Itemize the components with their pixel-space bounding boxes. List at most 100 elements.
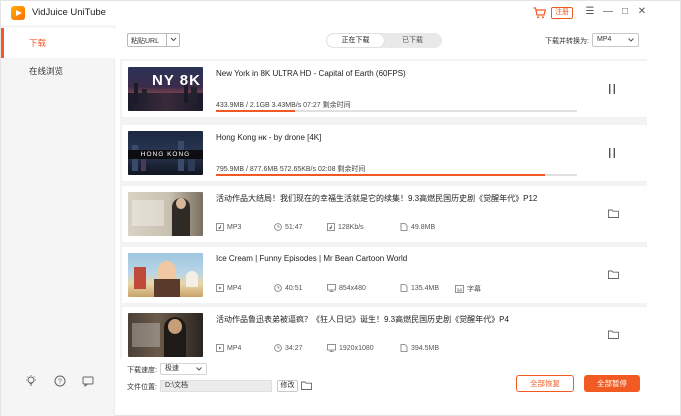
quality-value: 854x480 [339, 285, 366, 292]
list-item[interactable]: NY 8K New York in 8K ULTRA HD - Capital … [122, 61, 647, 117]
list-item[interactable]: 活动作品大结局！我们现在的幸福生活就是它的续集！9.3高燃民国历史剧《觉醒年代》… [122, 186, 647, 242]
music-icon [327, 223, 335, 231]
maximize-icon[interactable]: □ [619, 6, 631, 18]
sidebar-item-label: 在线浏览 [29, 66, 64, 76]
duration-value: 51:47 [285, 224, 303, 231]
tab-downloaded[interactable]: 已下载 [384, 34, 441, 47]
sidebar-item-label: 下载 [29, 38, 47, 48]
close-icon[interactable]: ✕ [636, 6, 648, 18]
help-icon[interactable]: ? [54, 375, 66, 387]
progress-bar [216, 110, 577, 112]
folder-icon[interactable] [608, 209, 619, 218]
app-window: VidJuice UniTube 注册 ☰ — □ ✕ 下载 在线浏览 ? 粘贴… [0, 0, 681, 416]
file-quality: 1920x1080 [327, 344, 374, 352]
file-format: MP3 [216, 223, 241, 231]
file-icon [400, 344, 408, 352]
clock-icon [274, 344, 282, 352]
video-icon [216, 284, 224, 292]
sidebar: 下载 在线浏览 ? [1, 25, 115, 416]
convert-format-value: MP4 [597, 36, 612, 43]
paste-url-button[interactable]: 粘贴URL [127, 33, 180, 47]
sidebar-item-online-browse[interactable]: 在线浏览 [1, 56, 115, 86]
app-title: VidJuice UniTube [32, 7, 106, 18]
paste-url-divider [166, 34, 167, 46]
format-value: MP3 [227, 224, 242, 231]
progress-text: 795.9MB / 877.6MB 572.65KB/s 02:08 剩余时间 [216, 166, 366, 173]
progress-fill [216, 110, 296, 112]
quality-value: 1920x1080 [339, 345, 374, 352]
duration-value: 40:51 [285, 285, 303, 292]
speed-label: 下载速度: [127, 367, 157, 374]
format-value: MP4 [227, 345, 242, 352]
feedback-icon[interactable] [82, 375, 94, 387]
paste-url-label: 粘贴URL [131, 38, 160, 45]
location-field[interactable]: D:\文档 [160, 380, 272, 392]
resume-all-button[interactable]: 全部恢复 [516, 375, 574, 392]
thumbnail-text: HONG KONG [140, 151, 191, 158]
format-value: MP4 [227, 285, 242, 292]
size-value: 394.5MB [411, 345, 440, 352]
download-list: NY 8K New York in 8K ULTRA HD - Capital … [120, 59, 647, 363]
cart-icon[interactable] [533, 7, 546, 19]
list-item[interactable]: HONG KONG Hong Kong ʜᴋ - by drone [4K] 7… [122, 125, 647, 181]
file-duration: 34:27 [274, 344, 303, 352]
speed-value: 极速 [165, 365, 179, 372]
video-title: 活动作品大结局！我们现在的幸福生活就是它的续集！9.3高燃民国历史剧《觉醒年代》… [216, 194, 538, 203]
file-duration: 40:51 [274, 284, 303, 292]
sidebar-item-download[interactable]: 下载 [1, 28, 115, 58]
pause-all-button[interactable]: 全部暂停 [584, 375, 640, 392]
video-title: New York in 8K ULTRA HD - Capital of Ear… [216, 69, 406, 78]
app-logo-icon [11, 6, 25, 20]
size-value: 49.8MB [411, 224, 436, 231]
file-quality: 854x480 [327, 284, 366, 292]
progress-text: 433.9MB / 2.1GB 3.43MB/s 07:27 剩余时间 [216, 102, 351, 109]
video-icon [216, 344, 224, 352]
tab-downloading[interactable]: 正在下载 [327, 34, 384, 47]
subtitle-value: 字幕 [467, 286, 481, 293]
chevron-down-icon[interactable] [170, 36, 177, 43]
speed-select[interactable]: 极速 [160, 363, 207, 375]
file-size: 49.8MB [400, 223, 435, 231]
register-button[interactable]: 注册 [551, 7, 573, 19]
video-title: Hong Kong ʜᴋ - by drone [4K] [216, 133, 322, 142]
change-location-button[interactable]: 修改 [277, 380, 298, 392]
video-title: 活动作品鲁迅表弟被逼疯？《狂人日记》诞生！9.3高燃民国历史剧《觉醒年代》P4 [216, 315, 509, 324]
file-size: 135.4MB [400, 284, 439, 292]
minimize-icon[interactable]: — [602, 6, 614, 18]
file-size: 394.5MB [400, 344, 439, 352]
list-item[interactable]: 活动作品鲁迅表弟被逼疯？《狂人日记》诞生！9.3高燃民国历史剧《觉醒年代》P4 … [122, 307, 647, 363]
music-icon [216, 223, 224, 231]
file-format: MP4 [216, 284, 241, 292]
video-title: Ice Cream | Funny Episodes | Mr Bean Car… [216, 254, 408, 263]
convert-format-select[interactable]: MP4 [592, 33, 639, 47]
clock-icon [274, 284, 282, 292]
video-thumbnail [128, 313, 203, 357]
file-icon [400, 284, 408, 292]
progress-fill [216, 174, 545, 176]
chevron-down-icon [196, 367, 202, 371]
file-quality: 128Kb/s [327, 223, 364, 231]
convert-label: 下载并转换为: [545, 38, 589, 45]
duration-value: 34:27 [285, 345, 303, 352]
title-bar: VidJuice UniTube 注册 ☰ — □ ✕ [1, 1, 680, 25]
monitor-icon [327, 344, 336, 352]
list-item[interactable]: Ice Cream | Funny Episodes | Mr Bean Car… [122, 247, 647, 303]
folder-icon[interactable] [608, 270, 619, 279]
progress-bar [216, 174, 577, 176]
monitor-icon [327, 284, 336, 292]
thumbnail-text: NY 8K [152, 72, 201, 89]
video-thumbnail [128, 253, 203, 297]
svg-text:?: ? [58, 379, 62, 386]
pause-icon[interactable] [608, 147, 616, 159]
video-thumbnail: NY 8K [128, 67, 203, 111]
menu-icon[interactable]: ☰ [584, 6, 596, 18]
pause-icon[interactable] [608, 83, 616, 95]
folder-icon[interactable] [608, 330, 619, 339]
file-subtitle: 字幕 [455, 284, 481, 294]
chevron-down-icon [628, 38, 634, 42]
file-duration: 51:47 [274, 223, 303, 231]
video-thumbnail [128, 192, 203, 236]
folder-icon[interactable] [301, 381, 312, 390]
file-icon [400, 223, 408, 231]
bulb-icon[interactable] [25, 375, 37, 387]
